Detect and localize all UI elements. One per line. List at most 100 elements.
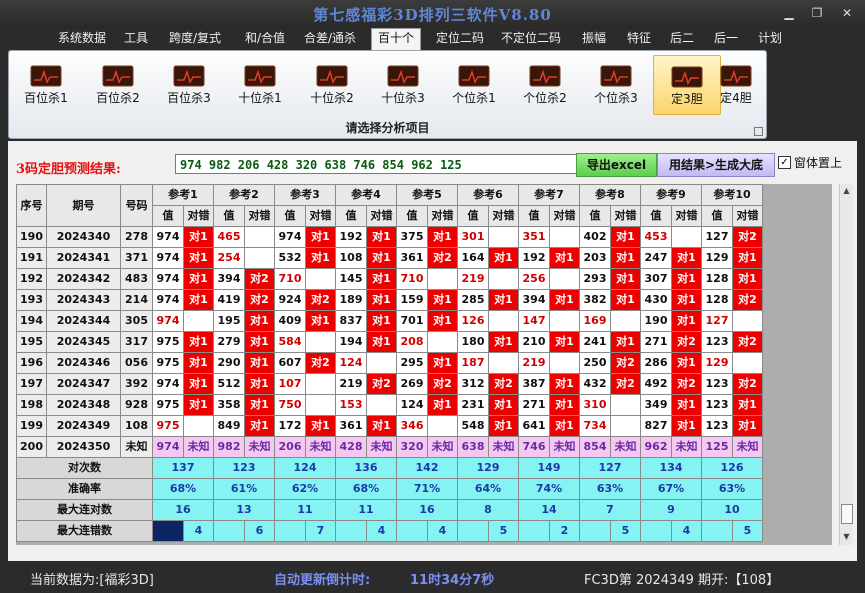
- table-row[interactable]: 199 2024349 108 975 849 对1 172 对1 361 对1 346 548 对1 6…: [16, 415, 763, 437]
- menu-item[interactable]: 计划: [755, 29, 785, 48]
- stat-gap-cell: [579, 520, 611, 542]
- stat-label: 准确率: [16, 478, 153, 500]
- stat-gap-cell: [152, 520, 184, 542]
- menu-item[interactable]: 工具: [120, 29, 152, 48]
- stat-label: 最大连错数: [16, 520, 153, 542]
- result-field[interactable]: 974 982 206 428 320 638 746 854 962 125: [175, 154, 582, 174]
- tool-button[interactable]: 十位杀3: [370, 55, 436, 113]
- row-index: 196: [16, 352, 47, 374]
- minimize-button[interactable]: ▁: [778, 4, 800, 22]
- scroll-up-icon[interactable]: ▲: [840, 184, 853, 197]
- chart-icon: [102, 65, 134, 87]
- predicted-value-cell: 428: [335, 436, 367, 458]
- col-header-check: 对错: [427, 205, 458, 227]
- ref-check-cell: [427, 331, 458, 353]
- col-header-value: 值: [335, 205, 367, 227]
- menu-item[interactable]: 跨度/复式: [163, 29, 227, 48]
- stat-value-cell: 7: [305, 520, 336, 542]
- ref-check-cell: 对2: [732, 226, 763, 248]
- table-row[interactable]: 192 2024342 483 974 对1 394 对2 710 145 对1 710 219 256…: [16, 268, 763, 290]
- menu-item[interactable]: 合差/通杀: [300, 29, 360, 48]
- row-code: 108: [120, 415, 153, 437]
- table-row[interactable]: 191 2024341 371 974 对1 254 532 对1 108 对1 361 对2 164 对…: [16, 247, 763, 269]
- ref-value-cell: 974: [152, 226, 184, 248]
- ref-value-cell: 129: [701, 247, 733, 269]
- scroll-thumb[interactable]: [841, 504, 853, 524]
- tool-button[interactable]: 个位杀1: [441, 55, 507, 113]
- ref-check-cell: 对1: [732, 268, 763, 290]
- ref-value-cell: 349: [640, 394, 672, 416]
- ref-check-cell: [488, 226, 519, 248]
- ribbon-expand-icon[interactable]: [754, 127, 763, 136]
- tool-label: 个位杀1: [452, 91, 496, 105]
- tool-button[interactable]: 十位杀2: [299, 55, 365, 113]
- stat-row: 最大连错数 4 6 7 4 4 5 2 5 4 5: [16, 520, 763, 542]
- tool-button[interactable]: 百位杀1: [13, 55, 79, 113]
- row-issue: 2024344: [46, 310, 121, 332]
- menu-item[interactable]: 特征: [622, 29, 656, 48]
- topmost-checkbox[interactable]: ✓: [778, 156, 791, 169]
- ref-check-cell: 对2: [427, 247, 458, 269]
- ref-value-cell: 974: [152, 310, 184, 332]
- scroll-down-icon[interactable]: ▼: [840, 530, 853, 543]
- ref-value-cell: 974: [152, 268, 184, 290]
- stat-value-cell: 63%: [701, 478, 763, 500]
- menu-item[interactable]: 百十个: [371, 28, 421, 50]
- col-header-value: 值: [518, 205, 550, 227]
- close-button[interactable]: ✕: [836, 4, 858, 22]
- stat-label: 最大连对数: [16, 499, 153, 521]
- table-row[interactable]: 194 2024344 305 974 195 对1 409 对1 837 对1 701 对1 126 1…: [16, 310, 763, 332]
- ref-check-cell: 对2: [732, 373, 763, 395]
- export-excel-button[interactable]: 导出excel: [576, 153, 657, 177]
- tool-button[interactable]: 百位杀3: [156, 55, 222, 113]
- ref-value-cell: 409: [274, 310, 306, 332]
- menu-item[interactable]: 不定位二码: [497, 29, 565, 48]
- stat-value-cell: 11: [335, 499, 397, 521]
- menu-item[interactable]: 定位二码: [430, 29, 490, 48]
- ref-check-cell: 对1: [427, 226, 458, 248]
- row-code: 未知: [120, 436, 153, 458]
- vertical-scrollbar[interactable]: ▲ ▼: [839, 184, 853, 545]
- menu-item[interactable]: 系统数据: [52, 29, 112, 48]
- ref-value-cell: 394: [518, 289, 550, 311]
- table-row[interactable]: 190 2024340 278 974 对1 465 974 对1 192 对1 375 对1 301 3…: [16, 226, 763, 248]
- stat-gap-cell: [274, 520, 306, 542]
- ref-check-cell: 对1: [488, 289, 519, 311]
- stat-value-cell: 63%: [579, 478, 641, 500]
- menu-item[interactable]: 和/合值: [238, 29, 292, 48]
- table-row[interactable]: 197 2024347 392 974 对1 512 对1 107 219 对2 269 对2 312 对…: [16, 373, 763, 395]
- tool-button[interactable]: 个位杀3: [583, 55, 649, 113]
- ref-value-cell: 187: [457, 352, 489, 374]
- chart-icon: [671, 66, 703, 88]
- menu-item[interactable]: 后二: [666, 29, 698, 48]
- ref-value-cell: 453: [640, 226, 672, 248]
- tool-button[interactable]: 百位杀2: [85, 55, 151, 113]
- maximize-button[interactable]: ❐: [806, 4, 828, 22]
- table-row[interactable]: 195 2024345 317 975 对1 279 对1 584 194 对1 208 180 对1 2…: [16, 331, 763, 353]
- row-issue: 2024345: [46, 331, 121, 353]
- table-row[interactable]: 196 2024346 056 975 对1 290 对1 607 对2 124 295 对1 187 2…: [16, 352, 763, 374]
- ref-value-cell: 351: [518, 226, 550, 248]
- prediction-row[interactable]: 200 2024350 未知 974 未知 982 未知 206 未知 428 未知 320 未知 638…: [16, 436, 763, 458]
- generate-base-button[interactable]: 用结果>生成大底: [657, 153, 775, 177]
- unknown-cell: 未知: [732, 436, 763, 458]
- ref-check-cell: 对1: [488, 331, 519, 353]
- table-row[interactable]: 193 2024343 214 974 对1 419 对2 924 对2 189 对1 159 对1 28…: [16, 289, 763, 311]
- tool-button[interactable]: 十位杀1: [227, 55, 293, 113]
- ref-value-cell: 974: [152, 247, 184, 269]
- menu-bar: 系统数据 工具 跨度/复式 和/合值 合差/通杀 百十个 定位二码 不定位二码 振幅 特征 后二 后一…: [0, 27, 865, 50]
- row-code: 278: [120, 226, 153, 248]
- ref-value-cell: 208: [396, 331, 428, 353]
- menu-item[interactable]: 后一: [710, 29, 742, 48]
- stat-value-cell: 14: [518, 499, 580, 521]
- ref-check-cell: 对2: [305, 352, 336, 374]
- tool-button[interactable]: 定4胆: [711, 55, 761, 113]
- tool-button[interactable]: 个位杀2: [512, 55, 578, 113]
- stat-value-cell: 127: [579, 457, 641, 479]
- ref-check-cell: 对1: [549, 247, 580, 269]
- stat-value-cell: 149: [518, 457, 580, 479]
- menu-item[interactable]: 振幅: [578, 29, 610, 48]
- col-header-check: 对错: [610, 205, 641, 227]
- table-row[interactable]: 198 2024348 928 975 对1 358 对1 750 153 124 对1 231 对1 2…: [16, 394, 763, 416]
- stat-value-cell: 68%: [152, 478, 214, 500]
